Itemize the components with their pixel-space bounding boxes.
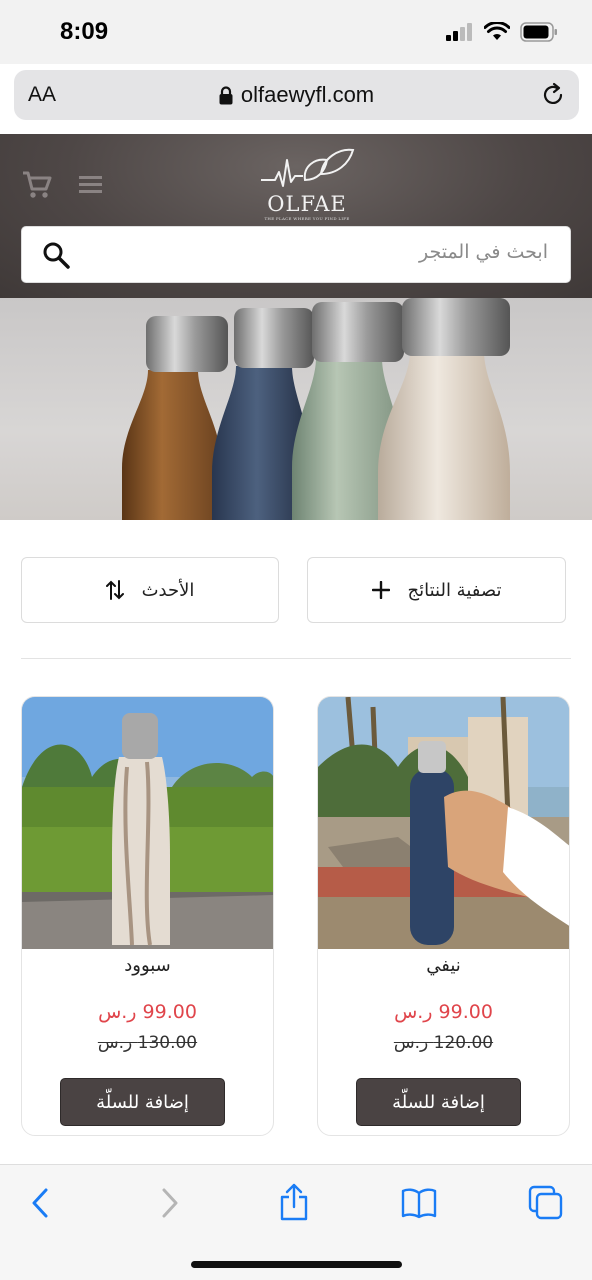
hero-banner [0, 298, 592, 520]
bottles-banner-image [122, 298, 510, 520]
filter-label: تصفية النتائج [407, 579, 502, 601]
reload-icon[interactable] [541, 82, 567, 108]
status-bar: 8:09 [0, 0, 592, 64]
product-old-price: 120.00 ر.س [393, 1033, 494, 1053]
product-old-price: 130.00 ر.س [97, 1033, 198, 1053]
product-price: 99.00 ر.س [98, 1001, 197, 1023]
status-icons [446, 22, 558, 42]
url-display[interactable]: olfaewyfl.com [14, 82, 579, 108]
home-indicator[interactable] [191, 1261, 402, 1268]
plus-icon [371, 581, 390, 599]
search-icon[interactable] [42, 241, 70, 269]
chevron-right-icon[interactable] [156, 1187, 182, 1219]
add-to-cart-button[interactable]: إضافة للسلّة [60, 1078, 225, 1126]
battery-icon [520, 22, 557, 42]
add-to-cart-button[interactable]: إضافة للسلّة [356, 1078, 521, 1126]
share-icon[interactable] [279, 1183, 309, 1221]
url-text: olfaewyfl.com [240, 82, 375, 107]
menu-icon[interactable] [79, 174, 103, 194]
product-name[interactable]: سبوود [22, 955, 273, 976]
divider [21, 658, 571, 659]
lock-icon [219, 85, 233, 104]
sort-button[interactable]: الأحدث [21, 557, 279, 623]
sort-label: الأحدث [141, 579, 195, 601]
status-time: 8:09 [60, 18, 109, 45]
product-price: 99.00 ر.س [394, 1001, 493, 1023]
cellular-signal-icon [446, 23, 472, 41]
store-logo[interactable]: OLFAE THE PLACE WHERE YOU FIND LIFE [252, 144, 362, 224]
logo-tagline: THE PLACE WHERE YOU FIND LIFE [264, 216, 350, 221]
logo-mark-icon [261, 148, 355, 187]
book-icon[interactable] [401, 1187, 437, 1219]
search-input[interactable] [88, 241, 548, 263]
cart-icon[interactable] [22, 170, 52, 200]
product-card[interactable]: سبوود 99.00 ر.س 130.00 ر.س إضافة للسلّة [21, 696, 274, 1136]
chevron-left-icon[interactable] [28, 1187, 54, 1219]
store-search [21, 226, 571, 283]
product-card[interactable]: نيفي 99.00 ر.س 120.00 ر.س إضافة للسلّة [317, 696, 570, 1136]
wifi-icon [484, 22, 510, 40]
address-bar[interactable]: AA olfaewyfl.com [14, 70, 579, 120]
logo-name: OLFAE [267, 192, 347, 216]
filter-button[interactable]: تصفية النتائج [307, 557, 566, 623]
store-header: OLFAE THE PLACE WHERE YOU FIND LIFE [0, 134, 592, 298]
tabs-icon[interactable] [528, 1185, 564, 1221]
product-name[interactable]: نيفي [318, 955, 569, 976]
sort-arrows-icon [105, 580, 124, 600]
product-image[interactable] [22, 697, 273, 949]
product-image[interactable] [318, 697, 569, 949]
